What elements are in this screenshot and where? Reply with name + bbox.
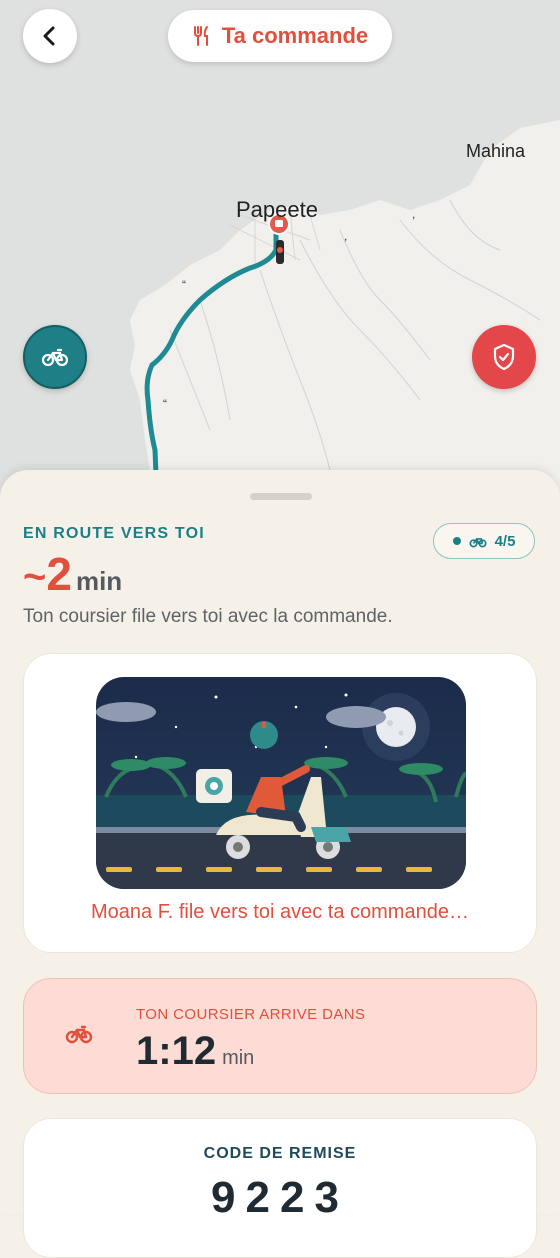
bike-icon [41, 348, 69, 367]
shield-check-icon [493, 343, 515, 371]
courier-eta-card: TON COURSIER ARRIVE DANS 1:12 min [23, 978, 537, 1094]
order-button[interactable]: Ta commande [168, 10, 392, 62]
bike-icon [469, 537, 487, 547]
svg-text:,: , [412, 207, 415, 221]
progress-badge: 4/5 [433, 523, 535, 559]
map-label-papeete: Papeete [236, 197, 318, 222]
courier-eta-unit: min [222, 1047, 255, 1069]
eta-unit: min [75, 566, 123, 596]
map-view[interactable]: “ “ , , Papeete Mahina [0, 0, 560, 500]
sheet-drag-handle[interactable] [250, 493, 312, 500]
scooter-illustration [96, 677, 466, 889]
order-button-label: Ta commande [221, 23, 369, 48]
eta-prefix: ~ [23, 555, 47, 599]
discount-code-card: CODE DE REMISE 9223 [23, 1118, 537, 1258]
map-canvas: “ “ , , [0, 0, 560, 500]
illustration-caption: Moana F. file vers toi avec ta commande… [91, 901, 469, 923]
courier-eta: 1:12 min [136, 1029, 254, 1074]
bike-icon [65, 1025, 93, 1044]
back-button[interactable] [23, 9, 77, 63]
delivery-illustration-card: Moana F. file vers toi avec ta commande… [23, 653, 537, 953]
discount-code-label: CODE DE REMISE [203, 1145, 357, 1162]
courier-eta-label: TON COURSIER ARRIVE DANS [136, 1006, 366, 1023]
eta-value: 2 [46, 548, 72, 600]
courier-eta-value: 1:12 [136, 1029, 217, 1073]
map-label-mahina: Mahina [466, 141, 526, 161]
eta: ~ 2 min [23, 547, 122, 601]
svg-text:“: “ [182, 278, 186, 292]
svg-text:“: “ [163, 397, 167, 411]
status-subtitle: Ton coursier file vers toi avec la comma… [23, 606, 393, 627]
utensils-icon [193, 26, 208, 46]
discount-code-value: 9223 [211, 1173, 349, 1222]
svg-text:,: , [344, 229, 347, 243]
order-status-sheet: EN ROUTE VERS TOI ~ 2 min Ton coursier f… [0, 470, 560, 1258]
chevron-left-icon [43, 26, 55, 46]
safety-button[interactable] [472, 325, 536, 389]
progress-dot [452, 537, 461, 545]
status-label: EN ROUTE VERS TOI [23, 525, 205, 542]
bike-button[interactable] [23, 325, 87, 389]
progress-text: 4/5 [494, 532, 516, 550]
